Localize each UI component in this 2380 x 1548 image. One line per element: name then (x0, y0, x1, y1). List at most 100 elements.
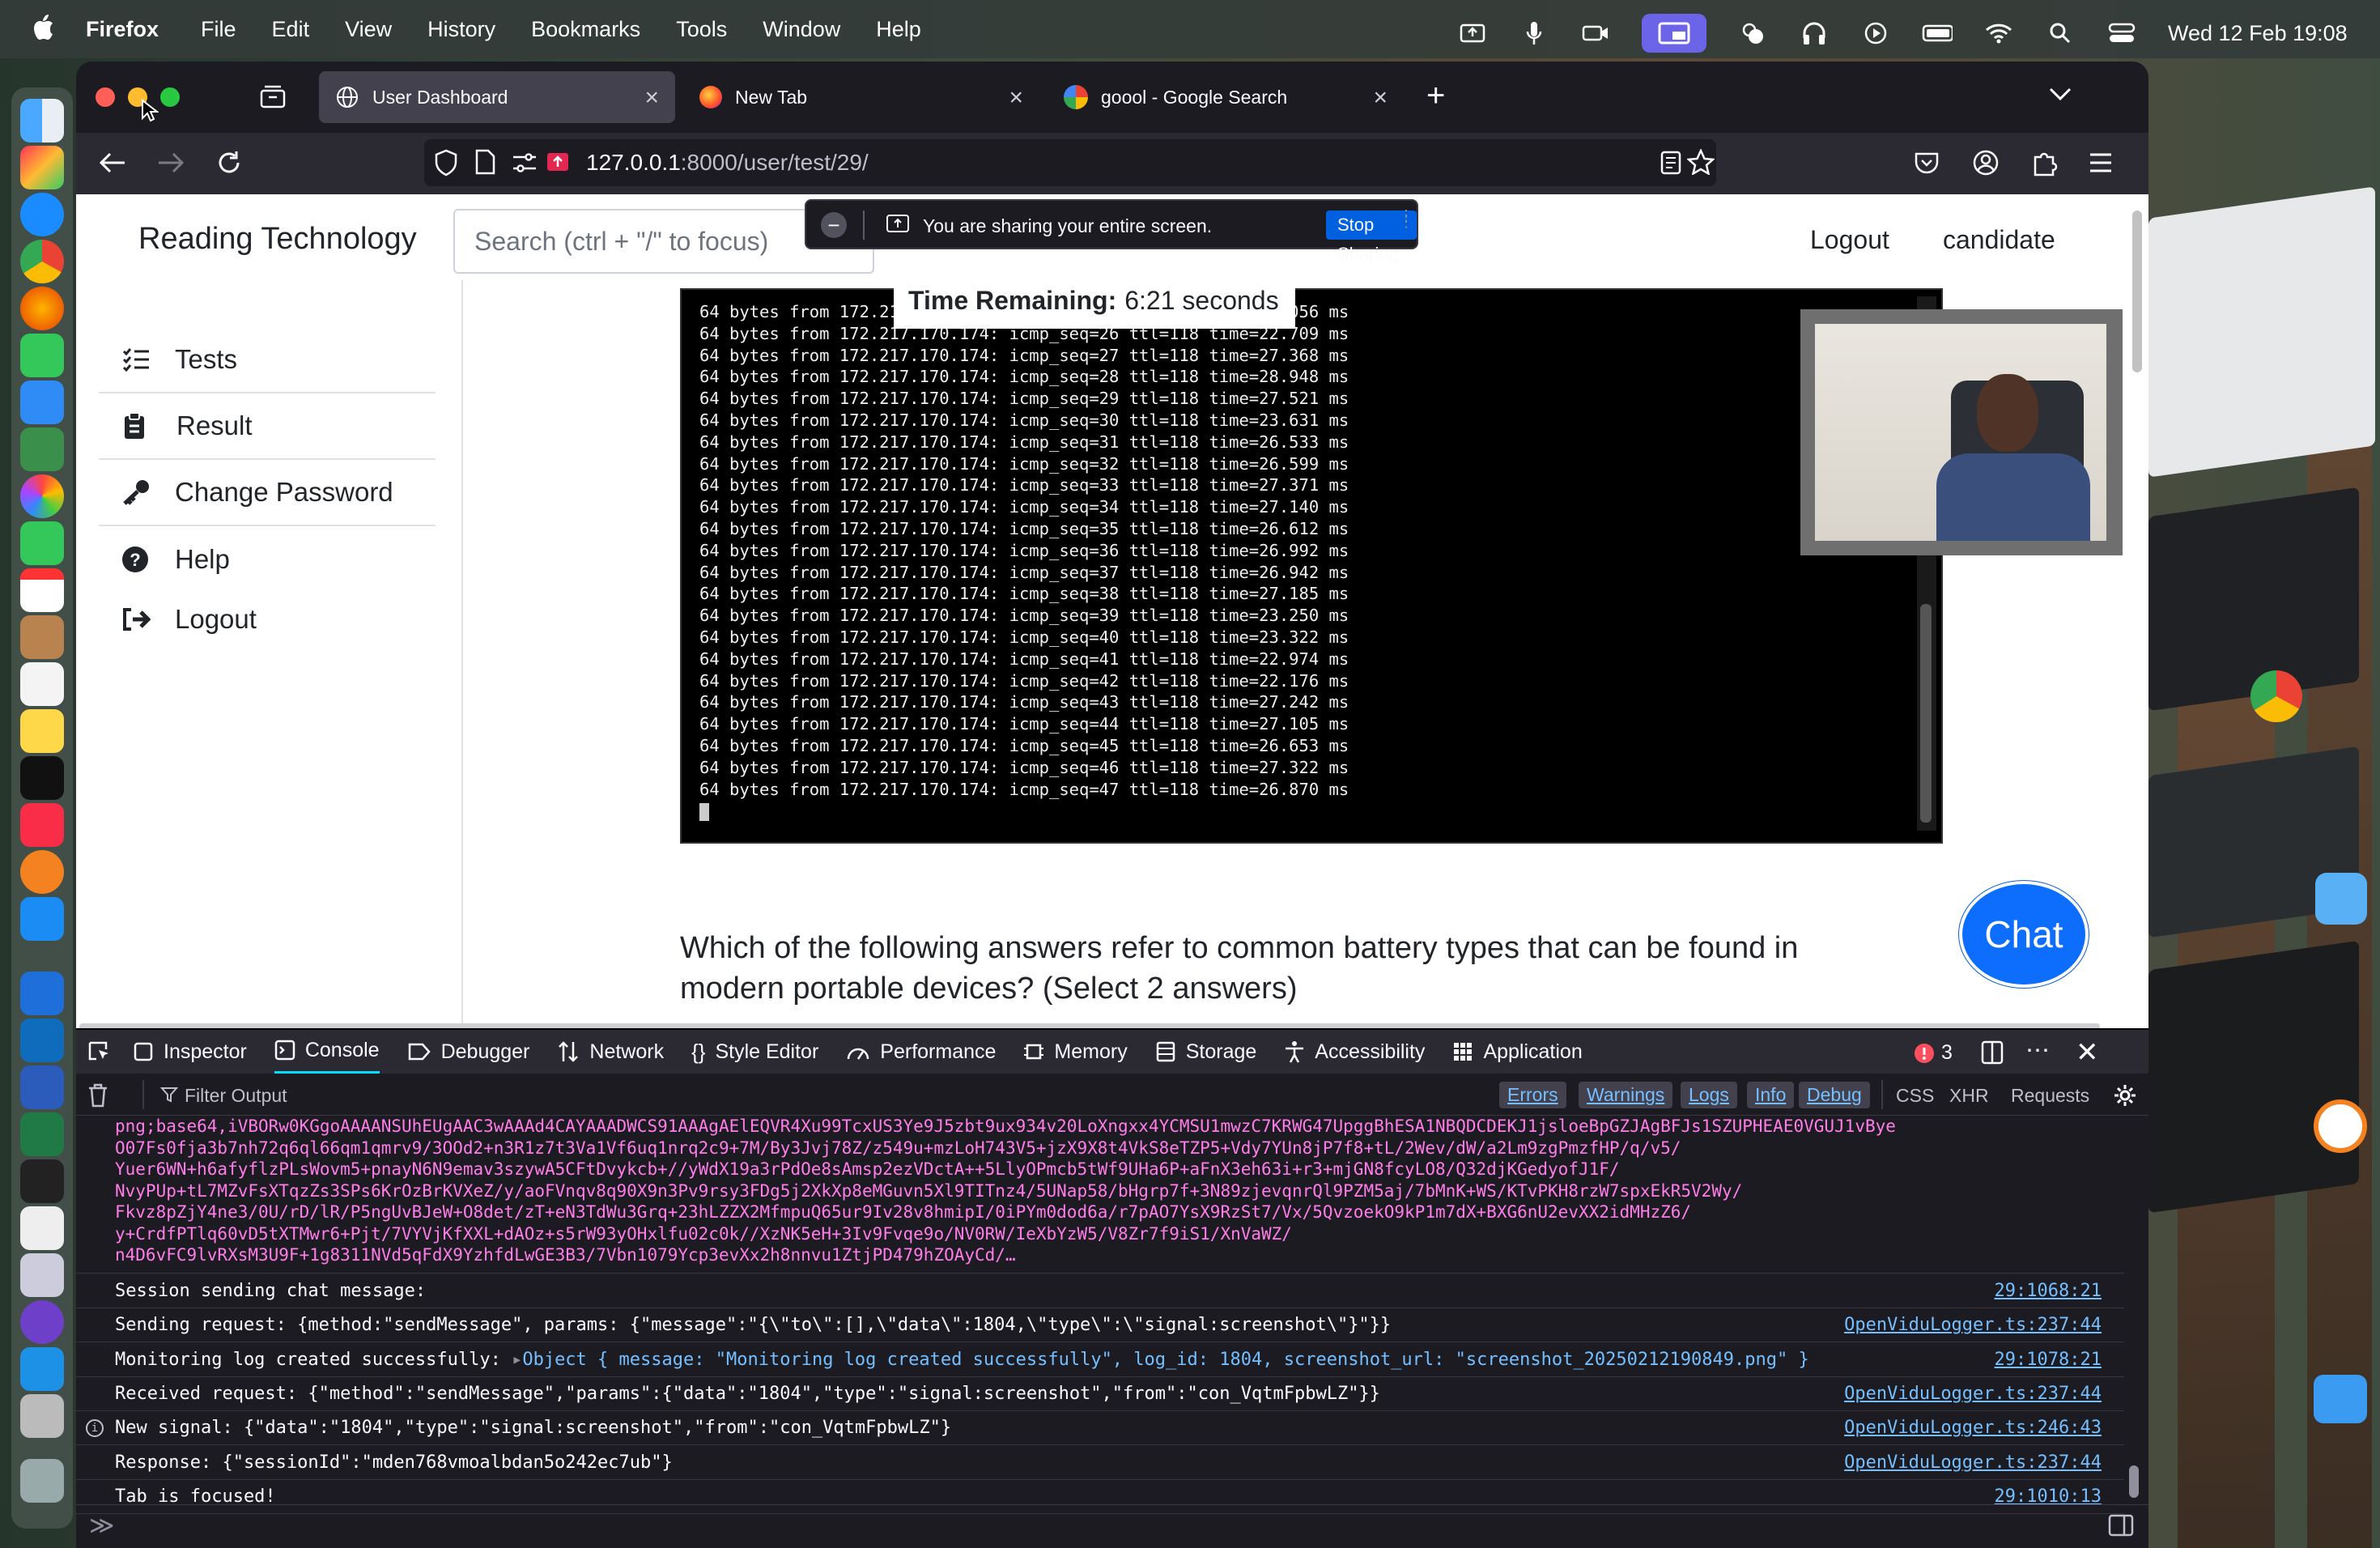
tab-debugger[interactable]: Debugger (407, 1029, 529, 1074)
terminal-icon[interactable] (20, 1159, 64, 1203)
github-desktop-icon[interactable] (20, 1300, 64, 1344)
menubar-app-name[interactable]: Firefox (86, 17, 159, 42)
filter-requests-button[interactable]: Requests (2011, 1085, 2089, 1107)
more-options-icon[interactable]: ⋯ (2025, 1036, 2050, 1065)
tab-console[interactable]: Console (274, 1029, 380, 1074)
wifi-icon[interactable] (1983, 18, 2014, 49)
console-source-link[interactable]: 29:1078:21 (1995, 1343, 2102, 1377)
console-message-row[interactable]: Sending request: {method:"sendMessage", … (76, 1308, 2124, 1343)
maps-icon[interactable] (20, 427, 64, 471)
tab-accessibility[interactable]: Accessibility (1284, 1029, 1425, 1074)
close-devtools-icon[interactable]: ✕ (2076, 1036, 2099, 1069)
sidebar-item-tests[interactable]: Tests (99, 327, 436, 393)
list-all-tabs-chevron-icon[interactable] (2048, 86, 2072, 102)
filter-info-button[interactable]: Info (1747, 1082, 1795, 1108)
chrome-icon[interactable] (20, 240, 64, 283)
messages-icon[interactable] (20, 334, 64, 377)
close-tab-icon[interactable]: × (644, 84, 659, 112)
battery-icon[interactable] (1922, 18, 1953, 49)
filter-errors-button[interactable]: Errors (1499, 1082, 1566, 1108)
console-source-link[interactable]: OpenViduLogger.ts:237:44 (1844, 1377, 2102, 1411)
filter-warnings-button[interactable]: Warnings (1579, 1082, 1673, 1108)
finder-icon[interactable] (20, 99, 64, 142)
menu-edit[interactable]: Edit (272, 17, 310, 42)
tab-user-dashboard[interactable]: User Dashboard × (319, 71, 675, 123)
tab-new-tab[interactable]: New Tab × (683, 71, 1039, 123)
error-count-badge[interactable]: 3 (1914, 1041, 1953, 1065)
tab-storage[interactable]: Storage (1155, 1029, 1256, 1074)
music-icon[interactable] (20, 803, 64, 847)
tab-performance[interactable]: Performance (846, 1029, 996, 1074)
filter-xhr-button[interactable]: XHR (1949, 1085, 1989, 1107)
console-base64-image-string[interactable]: png;base64,iVBORw0KGgoAAAANSUhEUgAAC3wAA… (115, 1116, 2074, 1273)
menu-bookmarks[interactable]: Bookmarks (531, 17, 640, 42)
screen-mirroring-icon[interactable] (1642, 14, 1706, 53)
console-message-row[interactable]: Response: {"sessionId":"mden768vmoalbdan… (76, 1446, 2124, 1480)
menu-window[interactable]: Window (763, 17, 840, 42)
stage-window-preview[interactable] (2148, 487, 2359, 712)
console-message-row[interactable]: Received request: {"method":"sendMessage… (76, 1377, 2124, 1411)
apple-tv-icon[interactable] (20, 756, 64, 800)
chat-button[interactable]: Chat (1959, 881, 2089, 988)
editor-mode-icon[interactable] (2108, 1513, 2134, 1537)
console-object-preview[interactable]: Object { message: "Monitoring log create… (522, 1350, 1808, 1370)
contacts-icon[interactable] (20, 615, 64, 659)
outlook-icon[interactable] (20, 1019, 64, 1062)
tab-inspector[interactable]: Inspector (133, 1029, 247, 1074)
stage-window-preview[interactable] (2148, 940, 2359, 1214)
permissions-icon[interactable] (512, 151, 538, 175)
camera-icon[interactable] (1580, 18, 1611, 49)
stage-window-preview[interactable] (2148, 186, 2375, 478)
console-message-row[interactable]: Monitoring log created successfully: ▸Ob… (76, 1343, 2124, 1377)
menu-history[interactable]: History (427, 17, 495, 42)
page-info-icon[interactable] (474, 149, 495, 175)
firefox-view-icon[interactable] (259, 84, 287, 108)
console-source-link[interactable]: OpenViduLogger.ts:237:44 (1844, 1308, 2102, 1342)
new-tab-plus-icon[interactable]: + (1426, 78, 1445, 114)
close-window-button[interactable] (96, 87, 115, 107)
dock-side-icon[interactable] (1980, 1040, 2004, 1065)
app-icon[interactable] (20, 850, 64, 894)
page-vertical-scrollbar[interactable] (2132, 211, 2142, 372)
textedit-icon[interactable] (20, 1206, 64, 1250)
menu-tools[interactable]: Tools (676, 17, 727, 42)
screen-share-status-icon[interactable] (1457, 18, 1488, 49)
word-icon[interactable] (20, 1065, 64, 1109)
element-picker-icon[interactable] (87, 1040, 112, 1063)
tracking-shield-icon[interactable] (434, 149, 458, 176)
facetime-icon[interactable] (20, 521, 64, 565)
tab-google-search[interactable]: goool - Google Search × (1048, 71, 1404, 123)
reader-view-icon[interactable] (1660, 151, 1682, 175)
app-store-icon[interactable] (20, 897, 64, 941)
bookmark-star-icon[interactable] (1687, 149, 1715, 175)
mail-icon[interactable] (20, 381, 64, 424)
weather-icon[interactable] (1737, 18, 1768, 49)
url-bar[interactable]: 127.0.0.1:8000/user/test/29/ (424, 139, 1716, 186)
close-tab-icon[interactable]: × (1009, 84, 1023, 112)
site-brand[interactable]: Reading Technology (138, 222, 417, 257)
filter-css-button[interactable]: CSS (1896, 1085, 1934, 1107)
sidebar-item-change-password[interactable]: Change Password (99, 460, 436, 526)
mail-icon[interactable] (2314, 1375, 2367, 1423)
hamburger-menu-icon[interactable] (2089, 152, 2113, 173)
console-source-link[interactable]: 29:1068:21 (1995, 1274, 2102, 1308)
console-source-link[interactable]: OpenViduLogger.ts:246:43 (1844, 1411, 2102, 1445)
tab-style-editor[interactable]: {} Style Editor (691, 1029, 818, 1074)
safari-icon[interactable] (20, 193, 64, 236)
reload-icon[interactable] (215, 149, 243, 176)
headphones-icon[interactable] (1799, 18, 1830, 49)
filter-output-input[interactable]: Filter Output (185, 1085, 287, 1107)
console-settings-gear-icon[interactable] (2113, 1083, 2137, 1108)
console-scrollbar-thumb[interactable] (2129, 1465, 2139, 1498)
console-message-row[interactable]: Session sending chat message: 29:1068:21 (76, 1274, 2124, 1308)
account-icon[interactable] (1972, 149, 2000, 176)
menu-help[interactable]: Help (876, 17, 921, 42)
sidebar-item-logout[interactable]: Logout (99, 593, 436, 646)
preview-icon[interactable] (20, 1253, 64, 1297)
zoom-window-button[interactable] (160, 87, 180, 107)
url-text[interactable]: 127.0.0.1:8000/user/test/29/ (586, 150, 869, 176)
close-tab-icon[interactable]: × (1373, 84, 1388, 112)
play-icon[interactable] (1860, 18, 1891, 49)
header-logout-link[interactable]: Logout (1810, 225, 1889, 255)
notes-icon[interactable] (20, 709, 64, 753)
